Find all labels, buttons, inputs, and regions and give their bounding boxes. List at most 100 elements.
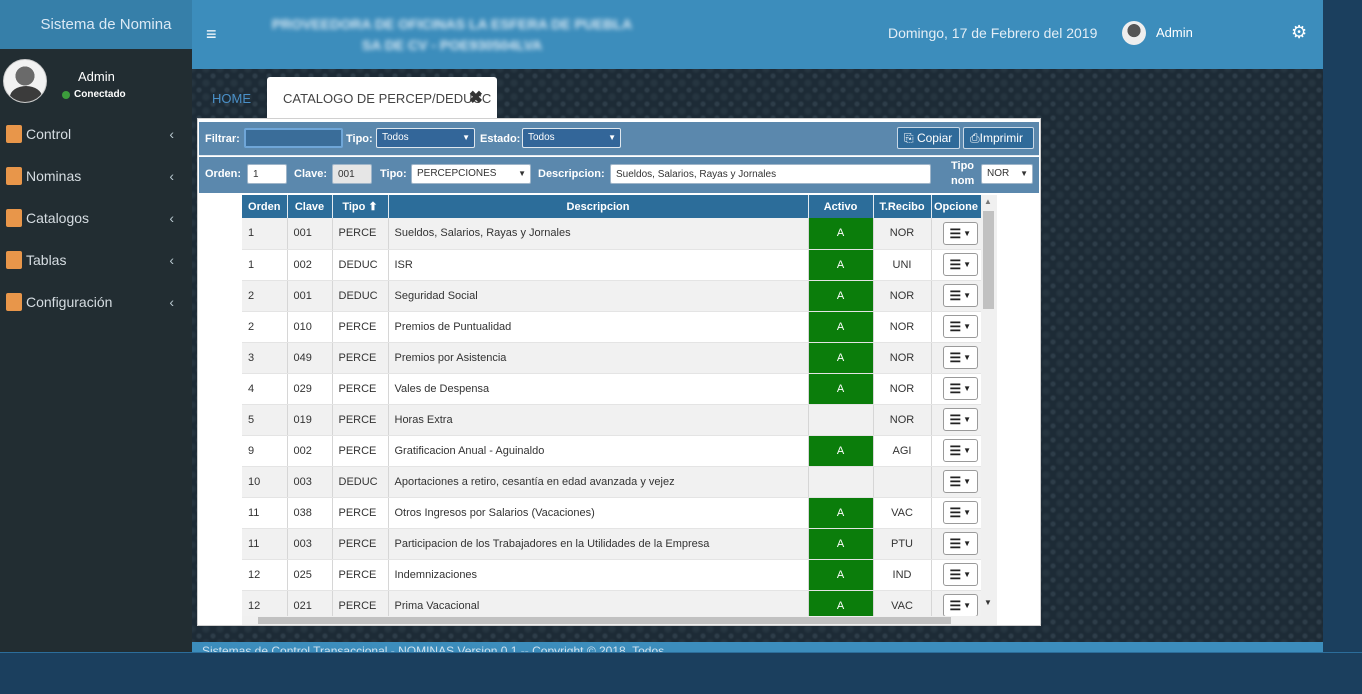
table-row[interactable]: 2 001 DEDUC Seguridad Social A NOR ☰ ▼ xyxy=(242,280,982,312)
row-options-button[interactable]: ☰ ▼ xyxy=(942,315,978,338)
table-row[interactable]: 5 019 PERCE Horas Extra NOR ☰ ▼ xyxy=(242,404,982,436)
caret-down-icon: ▼ xyxy=(963,508,972,517)
cell-options: ☰ ▼ xyxy=(931,280,982,312)
menu-icon: ☰ xyxy=(949,443,962,458)
filter-toolbar: Filtrar: Tipo: Todos Estado: Todos ⎘ Cop… xyxy=(199,122,1039,156)
key-input[interactable] xyxy=(332,164,372,184)
payroll-type-label-1: Tipo xyxy=(951,160,975,172)
scroll-down-icon[interactable]: ▼ xyxy=(984,598,992,607)
table-row[interactable]: 1 002 DEDUC ISR A UNI ☰ ▼ xyxy=(242,249,982,281)
row-options-button[interactable]: ☰ ▼ xyxy=(942,439,978,462)
column-header[interactable]: Opcione xyxy=(931,195,982,218)
app-brand[interactable]: Sistema de Nomina xyxy=(0,0,192,49)
row-options-button[interactable]: ☰ ▼ xyxy=(942,408,978,431)
print-button[interactable]: ⎙Imprimir xyxy=(963,127,1034,149)
description-input[interactable] xyxy=(610,164,931,184)
caret-down-icon: ▼ xyxy=(963,322,972,331)
filter-input[interactable] xyxy=(244,128,343,148)
user-status-label: Conectado xyxy=(74,89,126,100)
sidebar-item-tablas[interactable]: Tablas ‹ xyxy=(0,239,192,281)
row-options-button[interactable]: ☰ ▼ xyxy=(942,594,978,617)
table-row[interactable]: 11 038 PERCE Otros Ingresos por Salarios (V… xyxy=(242,497,982,529)
filter-type-select[interactable]: Todos xyxy=(376,128,475,148)
cell-options: ☰ ▼ xyxy=(931,342,982,374)
table-row[interactable]: 12 025 PERCE Indemnizaciones A IND ☰ ▼ xyxy=(242,559,982,591)
navbar-avatar[interactable] xyxy=(1122,21,1146,45)
row-options-button[interactable]: ☰ ▼ xyxy=(942,563,978,586)
cell-descripcion: Vales de Despensa xyxy=(388,373,809,405)
table-row[interactable]: 3 049 PERCE Premios por Asistencia A NOR ☰ ▼ xyxy=(242,342,982,374)
table-row[interactable]: 9 002 PERCE Gratificacion Anual - Aguinaldo… xyxy=(242,435,982,467)
cell-trecibo: NOR xyxy=(873,404,932,436)
bottom-bar xyxy=(0,652,1362,694)
menu-icon: ☰ xyxy=(949,257,962,272)
cell-activo: A xyxy=(808,218,874,250)
order-input[interactable] xyxy=(247,164,287,184)
catalog-table: Orden Clave Tipo ⬆ Descripcion Activo T.Recib… xyxy=(242,195,982,622)
column-header[interactable]: Orden xyxy=(242,195,288,218)
caret-down-icon: ▼ xyxy=(963,384,972,393)
cell-activo: A xyxy=(808,435,874,467)
settings-gear-icon[interactable]: ⚙ xyxy=(1291,22,1307,43)
copy-button[interactable]: ⎘ Copiar xyxy=(897,127,960,149)
vertical-scroll-thumb[interactable] xyxy=(983,211,994,309)
sidebar-item-label: Tablas xyxy=(26,252,67,268)
menu-icon: ☰ xyxy=(949,536,962,551)
cell-activo: A xyxy=(808,342,874,374)
edit-type-label: Tipo: xyxy=(380,168,407,180)
column-header[interactable]: Tipo ⬆ xyxy=(332,195,389,218)
scroll-up-icon[interactable]: ▲ xyxy=(984,197,992,206)
navbar-user-name[interactable]: Admin xyxy=(1156,25,1193,40)
row-options-button[interactable]: ☰ ▼ xyxy=(942,470,978,493)
sidebar-item-label: Configuración xyxy=(26,294,113,310)
row-options-button[interactable]: ☰ ▼ xyxy=(942,377,978,400)
tab-catalogo[interactable]: CATALOGO DE PERCEP/DEDUCC ✖ xyxy=(267,77,497,120)
chevron-left-icon: ‹ xyxy=(169,126,174,142)
column-header[interactable]: T.Recibo xyxy=(873,195,932,218)
payroll-type-select[interactable]: NOR xyxy=(981,164,1033,184)
menu-toggle-icon[interactable]: ≡ xyxy=(206,24,217,45)
column-header[interactable]: Descripcion xyxy=(388,195,809,218)
sidebar-item-control[interactable]: Control ‹ xyxy=(0,113,192,155)
close-icon[interactable]: ✖ xyxy=(469,88,483,108)
row-options-button[interactable]: ☰ ▼ xyxy=(942,253,978,276)
horizontal-scroll-thumb[interactable] xyxy=(258,617,951,624)
cell-orden: 3 xyxy=(242,342,288,374)
sidebar-item-catalogos[interactable]: Catalogos ‹ xyxy=(0,197,192,239)
edit-type-select[interactable]: PERCEPCIONES xyxy=(411,164,531,184)
sidebar-item-nominas[interactable]: Nominas ‹ xyxy=(0,155,192,197)
cell-trecibo: AGI xyxy=(873,435,932,467)
print-icon: ⎙ xyxy=(970,131,980,145)
row-options-button[interactable]: ☰ ▼ xyxy=(942,532,978,555)
column-header[interactable]: Activo xyxy=(808,195,874,218)
caret-down-icon: ▼ xyxy=(963,228,972,238)
caret-down-icon: ▼ xyxy=(963,601,972,610)
cell-clave: 003 xyxy=(287,528,333,560)
row-options-button[interactable]: ☰ ▼ xyxy=(942,284,978,307)
sidebar-item-configuracion[interactable]: Configuración ‹ xyxy=(0,281,192,323)
sidebar: Sistema de Nomina Admin Conectado Contro… xyxy=(0,0,192,652)
table-row[interactable]: 10 003 DEDUC Aportaciones a retiro, cesantí… xyxy=(242,466,982,498)
row-options-button[interactable]: ☰ ▼ xyxy=(942,501,978,524)
table-icon xyxy=(6,251,22,269)
chevron-left-icon: ‹ xyxy=(169,168,174,184)
cell-tipo: PERCE xyxy=(332,528,389,560)
table-row[interactable]: 4 029 PERCE Vales de Despensa A NOR ☰ ▼ xyxy=(242,373,982,405)
menu-icon: ☰ xyxy=(949,288,962,303)
table-row[interactable]: 1 001 PERCE Sueldos, Salarios, Rayas y Jorn… xyxy=(242,218,982,250)
row-options-button[interactable]: ☰ ▼ xyxy=(942,221,978,245)
cell-trecibo: NOR xyxy=(873,280,932,312)
vertical-scrollbar[interactable]: ▲ ▼ xyxy=(981,195,997,625)
row-options-button[interactable]: ☰ ▼ xyxy=(942,346,978,369)
table-row[interactable]: 11 003 PERCE Participacion de los Trabajado… xyxy=(242,528,982,560)
cell-descripcion: Aportaciones a retiro, cesantía en edad … xyxy=(388,466,809,498)
column-header[interactable]: Clave xyxy=(287,195,333,218)
cell-tipo: DEDUC xyxy=(332,249,389,281)
tab-home[interactable]: HOME xyxy=(212,91,251,106)
filter-state-select[interactable]: Todos xyxy=(522,128,621,148)
menu-icon: ☰ xyxy=(949,412,962,427)
table-row[interactable]: 2 010 PERCE Premios de Puntualidad A NOR ☰ ▼ xyxy=(242,311,982,343)
caret-down-icon: ▼ xyxy=(963,477,972,486)
horizontal-scrollbar[interactable] xyxy=(242,616,981,625)
cell-orden: 1 xyxy=(242,249,288,281)
